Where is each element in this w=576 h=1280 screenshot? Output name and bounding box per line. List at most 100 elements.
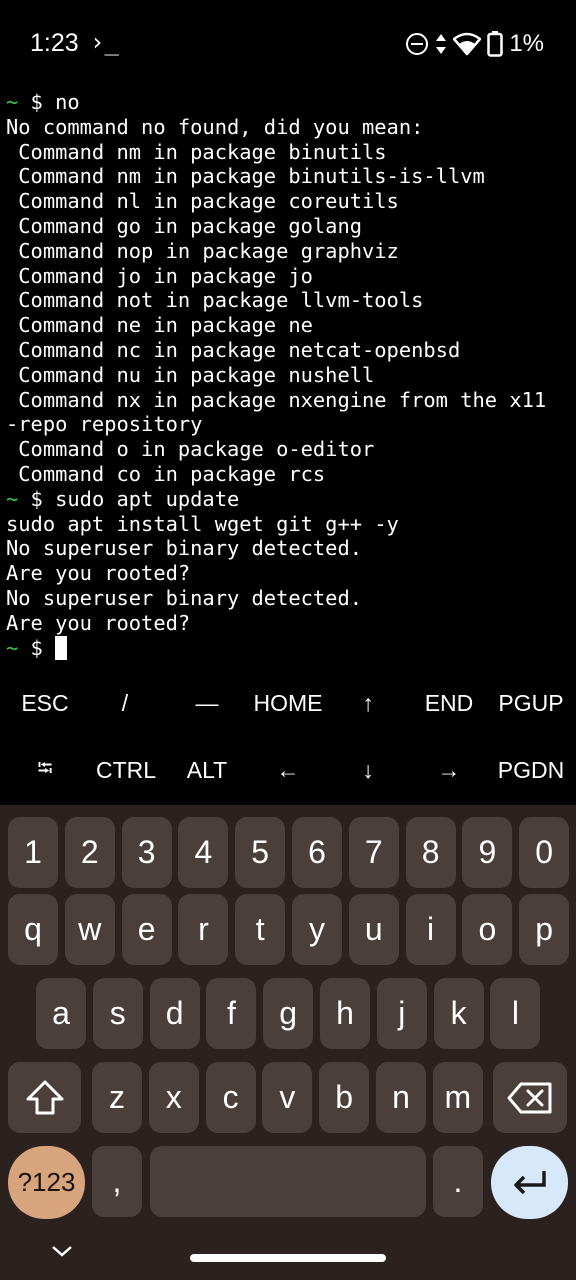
key-j[interactable]: j xyxy=(376,978,427,1049)
terminal-text: Command nm in package binutils xyxy=(6,139,387,164)
enter-key[interactable] xyxy=(491,1146,568,1219)
home-key[interactable]: HOME xyxy=(246,670,330,737)
terminal-cursor xyxy=(55,635,68,660)
terminal-line: Command ne in package ne xyxy=(0,313,576,338)
terminal-text: No superuser binary detected. xyxy=(6,585,363,610)
key-8[interactable]: 8 xyxy=(405,817,456,888)
key-z[interactable]: z xyxy=(92,1062,142,1133)
key-s[interactable]: s xyxy=(92,978,143,1049)
down-arrow-key[interactable]: ↓ xyxy=(330,737,406,804)
key-w[interactable]: w xyxy=(64,894,115,965)
tab-key[interactable]: ⭾ xyxy=(8,737,82,804)
alt-key[interactable]: ALT xyxy=(168,737,246,804)
up-arrow-key[interactable]: ↑ xyxy=(330,670,406,737)
key-0[interactable]: 0 xyxy=(519,817,570,888)
battery-percent: 1% xyxy=(509,30,544,57)
end-key[interactable]: END xyxy=(410,670,488,737)
terminal-line: Command o in package o-editor xyxy=(0,437,576,462)
terminal-text: Command nc in package netcat-openbsd xyxy=(6,337,461,362)
terminal-line: Command co in package rcs xyxy=(0,462,576,487)
terminal-text: Command go in package golang xyxy=(6,213,363,238)
key-6[interactable]: 6 xyxy=(292,817,342,888)
period-key[interactable]: . xyxy=(433,1146,483,1217)
terminal-text: No command no found, did you mean: xyxy=(6,114,424,139)
terminal-text: $ no xyxy=(18,90,80,114)
terminal-line: sudo apt install wget git g++ -y xyxy=(0,512,576,537)
key-v[interactable]: v xyxy=(262,1062,313,1133)
key-c[interactable]: c xyxy=(205,1062,256,1133)
terminal-line: ~ $ sudo apt update xyxy=(0,487,576,512)
key-f[interactable]: f xyxy=(206,978,257,1049)
key-m[interactable]: m xyxy=(432,1062,483,1133)
terminal-line: Command nx in package nxengine from the … xyxy=(0,388,576,413)
terminal-text: Are you rooted? xyxy=(6,561,191,586)
terminal-line: Command nu in package nushell xyxy=(0,363,576,388)
pgdn-key[interactable]: PGDN xyxy=(490,737,572,804)
key-k[interactable]: k xyxy=(433,978,484,1049)
key-o[interactable]: o xyxy=(462,894,513,965)
data-transfer-icon xyxy=(436,34,447,54)
prompt-tilde: ~ xyxy=(6,90,19,114)
key-3[interactable]: 3 xyxy=(121,817,172,888)
key-p[interactable]: p xyxy=(519,894,570,965)
extra-keys-row-2: ⭾ CTRL ALT ← ↓ → PGDN xyxy=(0,737,576,804)
shift-icon xyxy=(26,1080,63,1114)
terminal-line: Command go in package golang xyxy=(0,214,576,239)
key-b[interactable]: b xyxy=(319,1062,370,1133)
hide-keyboard-icon[interactable] xyxy=(50,1243,74,1259)
key-5[interactable]: 5 xyxy=(235,817,286,888)
key-q[interactable]: q xyxy=(8,894,58,965)
terminal-line: -repo repository xyxy=(0,412,576,437)
space-bar[interactable] xyxy=(150,1146,426,1217)
key-y[interactable]: y xyxy=(292,894,342,965)
extra-keys-row-1: ESC / — HOME ↑ END PGUP xyxy=(0,670,576,737)
backspace-key[interactable] xyxy=(493,1062,567,1133)
key-t[interactable]: t xyxy=(235,894,286,965)
key-g[interactable]: g xyxy=(263,978,314,1049)
pgup-key[interactable]: PGUP xyxy=(490,670,572,737)
right-arrow-key[interactable]: → xyxy=(410,737,488,804)
terminal-text: Command not in package llvm-tools xyxy=(6,288,424,313)
key-4[interactable]: 4 xyxy=(178,817,229,888)
ctrl-key[interactable]: CTRL xyxy=(88,737,164,804)
terminal-text: Command jo in package jo xyxy=(6,263,313,288)
key-i[interactable]: i xyxy=(405,894,456,965)
terminal-output[interactable]: ~ $ no No command no found, did you mean:… xyxy=(0,90,576,670)
key-7[interactable]: 7 xyxy=(348,817,399,888)
slash-key[interactable]: / xyxy=(88,670,162,737)
key-r[interactable]: r xyxy=(178,894,229,965)
terminal-text: -repo repository xyxy=(6,412,203,437)
key-e[interactable]: e xyxy=(121,894,172,965)
key-x[interactable]: x xyxy=(148,1062,199,1133)
key-h[interactable]: h xyxy=(320,978,370,1049)
key-n[interactable]: n xyxy=(376,1062,426,1133)
prompt-tilde: ~ xyxy=(6,486,19,511)
esc-key[interactable]: ESC xyxy=(8,670,82,737)
key-u[interactable]: u xyxy=(348,894,399,965)
key-1[interactable]: 1 xyxy=(8,817,58,888)
dash-key[interactable]: — xyxy=(168,670,246,737)
key-a[interactable]: a xyxy=(36,978,86,1049)
status-icons: 1% xyxy=(405,30,544,58)
terminal-line: Command nop in package graphviz xyxy=(0,239,576,264)
enter-icon xyxy=(513,1170,546,1194)
prompt-tilde: ~ xyxy=(6,635,19,660)
left-arrow-key[interactable]: ← xyxy=(246,737,330,804)
shift-key[interactable] xyxy=(8,1062,81,1133)
terminal-line: No command no found, did you mean: xyxy=(0,115,576,140)
home-gesture-bar[interactable] xyxy=(190,1254,386,1262)
terminal-text: Command nm in package binutils-is-llvm xyxy=(6,164,485,189)
key-2[interactable]: 2 xyxy=(64,817,115,888)
terminal-text: No superuser binary detected. xyxy=(6,536,363,561)
key-l[interactable]: l xyxy=(490,978,541,1049)
terminal-app-indicator-icon: ›_ xyxy=(90,28,119,56)
key-d[interactable]: d xyxy=(149,978,200,1049)
terminal-line: No superuser binary detected. xyxy=(0,536,576,561)
battery-icon xyxy=(487,31,504,57)
key-9[interactable]: 9 xyxy=(462,817,513,888)
terminal-line: ~ $ no xyxy=(0,90,576,115)
comma-key[interactable]: , xyxy=(92,1146,142,1217)
status-bar: 1:23 ›_ 1% xyxy=(0,0,576,88)
symbols-key[interactable]: ?123 xyxy=(8,1146,85,1219)
terminal-line: Command nc in package netcat-openbsd xyxy=(0,338,576,363)
